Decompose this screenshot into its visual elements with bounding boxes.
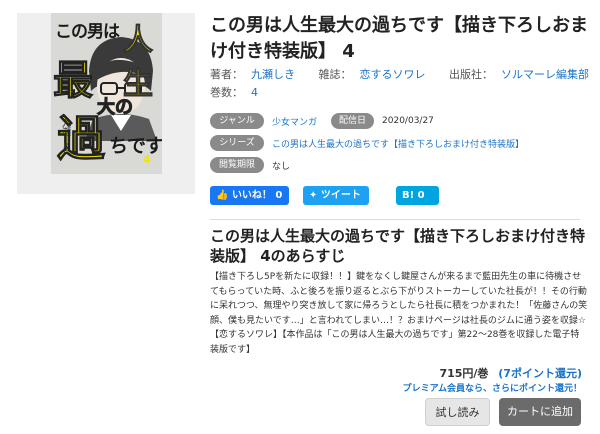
like-label: いいね！ 0 (231, 190, 283, 201)
genre-date-row: ジャンル 少女マンガ 配信日 2020/03/27 (210, 113, 434, 129)
magazine-link[interactable]: 恋するソワレ (360, 68, 426, 81)
tweet-label: ツイート (320, 190, 361, 201)
author-link[interactable]: 九瀬しき (251, 68, 295, 81)
release-date: 2020/03/27 (382, 116, 434, 126)
add-to-cart-button[interactable]: カートに追加 (499, 398, 581, 426)
price-line: 715円/巻 (7ポイント還元) (439, 365, 582, 381)
date-tag: 配信日 (331, 113, 375, 129)
cover-title-jinsei: 人生 (123, 23, 154, 103)
cover-volume: 4 (143, 153, 151, 166)
trial-read-button[interactable]: 試し読み (425, 398, 490, 426)
book-title: この男は人生最大の過ちです【描き下ろしおまけ付き特装版】 4 (210, 15, 588, 62)
series-row: シリーズ この男は人生最大の過ちです【描き下ろしおまけ付き特装版】 (210, 135, 524, 151)
cover-panel: この男は 人生 最 大の 過 ちです 九瀬しき 4 (17, 13, 195, 194)
volumes-label: 巻数： (210, 86, 243, 99)
series-tag: シリーズ (210, 135, 264, 151)
cover-image[interactable]: この男は 人生 最 大の 過 ちです 九瀬しき 4 (51, 13, 162, 174)
section-divider (210, 219, 580, 220)
series-link[interactable]: この男は人生最大の過ちです【描き下ろしおまけ付き特装版】 (272, 137, 524, 150)
synopsis-text: 【描き下ろし5Pを新たに収録！！】鍵をなくし鍵屋さんが来るまで藍田先生の車に待機… (210, 272, 588, 355)
limit-tag: 閲覧期限 (210, 157, 264, 173)
tweet-button[interactable]: ✦ ツイート (303, 186, 369, 205)
cover-title-sai: 最 (53, 58, 94, 104)
publisher-link[interactable]: ソルマーレ編集部 (501, 68, 589, 81)
genre-link[interactable]: 少女マンガ (272, 115, 317, 128)
limit-row: 閲覧期限 なし (210, 157, 290, 173)
cover-author: 九瀬しき (60, 118, 70, 154)
hatena-bookmark-button[interactable]: B! 0 (396, 186, 439, 205)
magazine-label: 雑誌： (318, 68, 352, 81)
points-value: (7ポイント還元) (498, 367, 582, 380)
genre-tag: ジャンル (210, 113, 264, 129)
limit-value: なし (272, 161, 291, 172)
facebook-like-button[interactable]: 👍 いいね！ 0 (210, 186, 289, 205)
thumbs-up-icon: 👍 (216, 190, 229, 201)
price-value: 715円/巻 (439, 367, 489, 380)
twitter-bird-icon: ✦ (309, 190, 318, 201)
premium-note: プレミアム会員なら、さらにポイント還元！ (402, 384, 582, 394)
hatena-label: B! 0 (402, 190, 425, 201)
cover-title-line1: この男は (55, 22, 120, 42)
author-label: 著者： (210, 68, 243, 81)
meta-row-2: 巻数： 4 (210, 84, 258, 100)
cover-title-tail: ちです (109, 135, 162, 157)
publisher-label: 出版社： (449, 68, 493, 81)
volumes-link[interactable]: 4 (251, 86, 258, 99)
meta-row-1: 著者： 九瀬しき 雑誌： 恋するソワレ 出版社： ソルマーレ編集部 (210, 66, 589, 82)
synopsis-heading: この男は人生最大の過ちです【描き下ろしおまけ付き特装版】 4のあらすじ (210, 227, 586, 265)
